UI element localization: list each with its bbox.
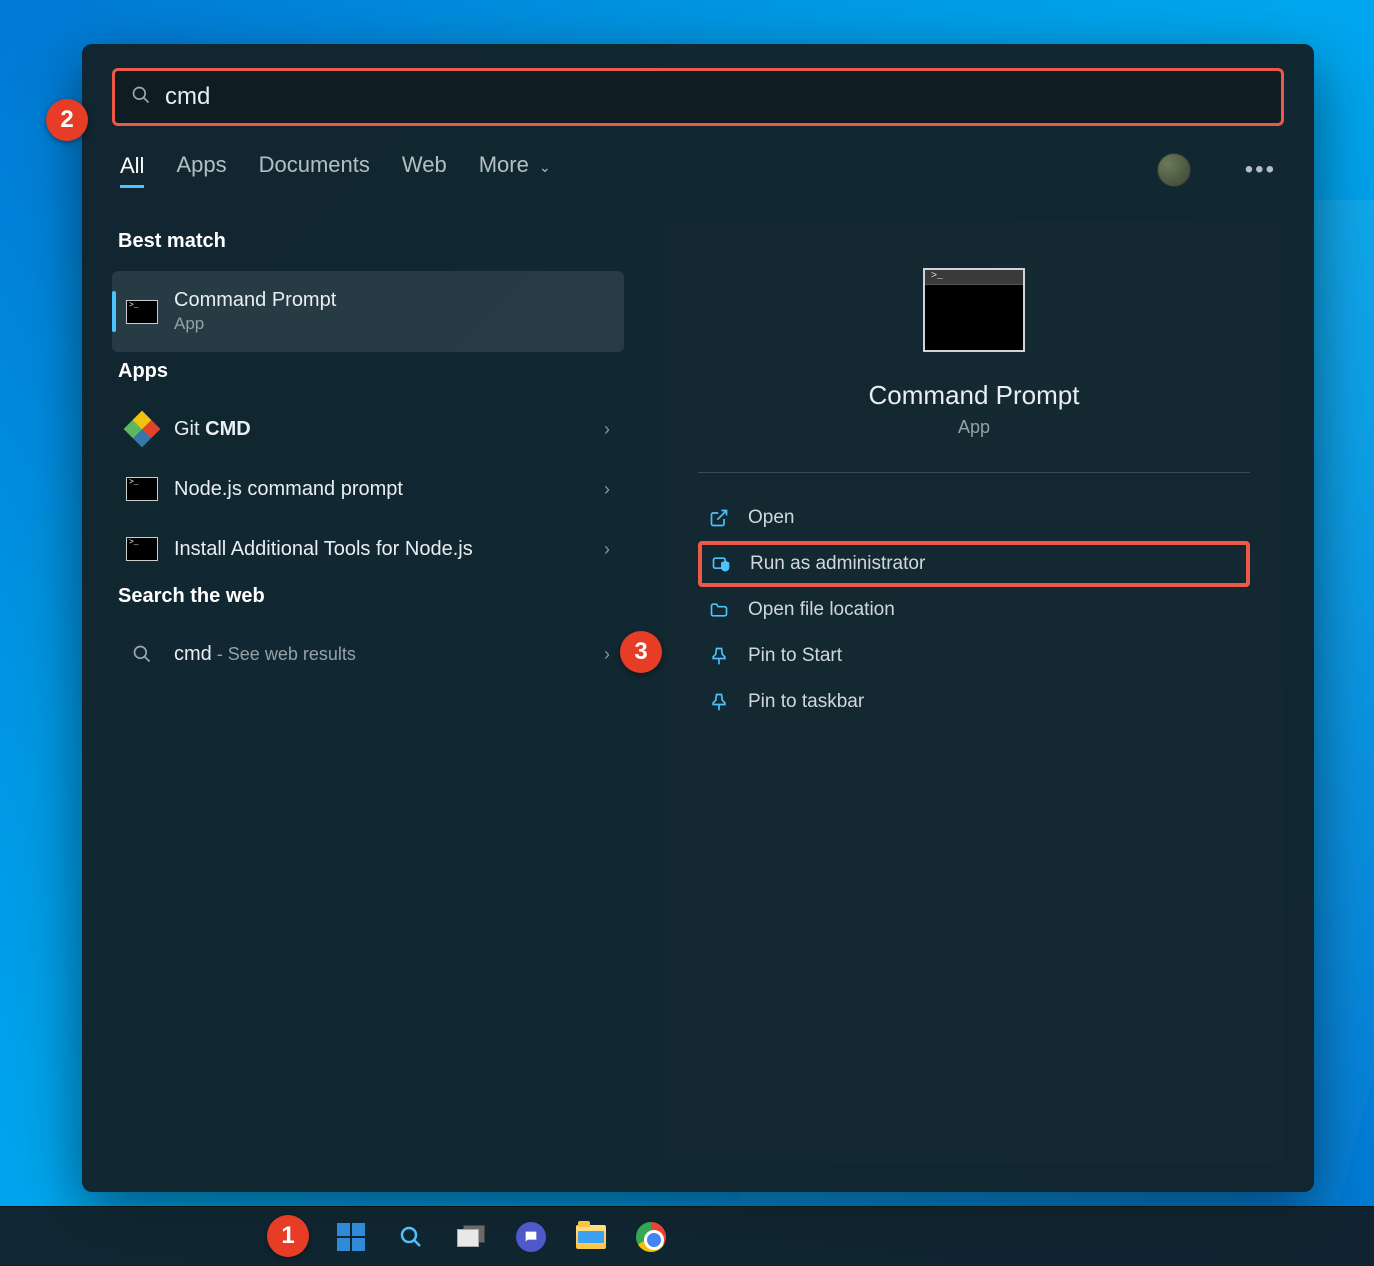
- preview-app-icon: [923, 268, 1025, 352]
- result-text: Git CMD: [174, 418, 604, 441]
- results-body: Best match Command Prompt App Apps Git C…: [112, 222, 1284, 1162]
- admin-shield-icon: [710, 553, 732, 575]
- more-options-button[interactable]: •••: [1245, 156, 1276, 184]
- action-pin-to-taskbar[interactable]: Pin to taskbar: [698, 679, 1250, 725]
- tab-more[interactable]: More ⌄: [479, 152, 551, 188]
- chevron-right-icon: ›: [604, 644, 610, 665]
- result-title: Command Prompt: [174, 289, 610, 312]
- action-run-as-admin[interactable]: Run as administrator: [698, 541, 1250, 587]
- section-apps-label: Apps: [118, 360, 624, 383]
- annotation-badge-2: 2: [46, 99, 88, 141]
- pin-icon: [708, 691, 730, 713]
- tab-all[interactable]: All: [120, 153, 144, 188]
- result-text: Install Additional Tools for Node.js: [174, 538, 604, 561]
- cmd-icon: [126, 473, 158, 505]
- result-subtitle: App: [174, 314, 610, 334]
- result-app-nodejs-tools[interactable]: Install Additional Tools for Node.js ›: [112, 521, 624, 577]
- tab-web[interactable]: Web: [402, 152, 447, 188]
- start-menu-panel: All Apps Documents Web More ⌄ ••• Best m…: [82, 44, 1314, 1192]
- result-app-nodejs-prompt[interactable]: Node.js command prompt ›: [112, 461, 624, 517]
- preview-subtitle: App: [698, 417, 1250, 438]
- user-avatar[interactable]: [1157, 153, 1191, 187]
- search-icon: [126, 638, 158, 670]
- search-icon: [399, 1225, 423, 1249]
- result-title: Node.js command prompt: [174, 478, 604, 501]
- git-icon: [126, 413, 158, 445]
- result-title: Install Additional Tools for Node.js: [174, 538, 604, 561]
- taskbar-chat[interactable]: [508, 1214, 554, 1260]
- folder-icon: [708, 599, 730, 621]
- search-row: [112, 68, 1284, 126]
- cmd-icon: [126, 533, 158, 565]
- section-web-label: Search the web: [118, 585, 624, 608]
- action-open-file-location[interactable]: Open file location: [698, 587, 1250, 633]
- annotation-badge-1: 1: [267, 1215, 309, 1257]
- result-best-match[interactable]: Command Prompt App: [112, 271, 624, 352]
- taskbar-search-button[interactable]: [388, 1214, 434, 1260]
- preview-title: Command Prompt: [698, 380, 1250, 411]
- preview-header: Command Prompt App: [698, 268, 1250, 438]
- result-text: cmd - See web results: [174, 643, 604, 666]
- action-label: Pin to taskbar: [748, 691, 864, 713]
- action-label: Open file location: [748, 599, 895, 621]
- section-best-match-label: Best match: [118, 230, 624, 253]
- chrome-icon: [636, 1222, 666, 1252]
- search-box[interactable]: [112, 68, 1284, 126]
- taskbar-chrome[interactable]: [628, 1214, 674, 1260]
- search-icon: [131, 85, 151, 110]
- chevron-down-icon: ⌄: [539, 159, 551, 176]
- chat-icon: [516, 1222, 546, 1252]
- result-title: cmd - See web results: [174, 643, 604, 666]
- action-pin-to-start[interactable]: Pin to Start: [698, 633, 1250, 679]
- tab-more-label: More: [479, 152, 529, 177]
- windows-logo-icon: [337, 1223, 365, 1251]
- chevron-right-icon: ›: [604, 479, 610, 500]
- results-left-column: Best match Command Prompt App Apps Git C…: [112, 222, 624, 1162]
- result-title: Git CMD: [174, 418, 604, 441]
- result-web-search[interactable]: cmd - See web results ›: [112, 626, 624, 682]
- divider: [698, 472, 1250, 473]
- taskbar-task-view[interactable]: [448, 1214, 494, 1260]
- action-label: Pin to Start: [748, 645, 842, 667]
- search-input[interactable]: [165, 83, 1265, 111]
- taskbar-file-explorer[interactable]: [568, 1214, 614, 1260]
- result-text: Node.js command prompt: [174, 478, 604, 501]
- result-app-git-cmd[interactable]: Git CMD ›: [112, 401, 624, 457]
- result-text: Command Prompt App: [174, 289, 610, 334]
- action-label: Open: [748, 507, 794, 529]
- action-label: Run as administrator: [750, 553, 925, 575]
- tabs-row: All Apps Documents Web More ⌄ •••: [112, 152, 1284, 188]
- chevron-right-icon: ›: [604, 419, 610, 440]
- chevron-right-icon: ›: [604, 539, 610, 560]
- cmd-icon: [126, 296, 158, 328]
- start-button[interactable]: [328, 1214, 374, 1260]
- tab-documents[interactable]: Documents: [259, 152, 370, 188]
- pin-icon: [708, 645, 730, 667]
- task-view-icon: [457, 1225, 485, 1249]
- action-open[interactable]: Open: [698, 495, 1250, 541]
- taskbar: [0, 1206, 1374, 1266]
- annotation-badge-3: 3: [620, 631, 662, 673]
- tab-apps[interactable]: Apps: [176, 152, 226, 188]
- folder-icon: [576, 1225, 606, 1249]
- open-external-icon: [708, 507, 730, 529]
- preview-panel: Command Prompt App Open Run as administr…: [664, 222, 1284, 1162]
